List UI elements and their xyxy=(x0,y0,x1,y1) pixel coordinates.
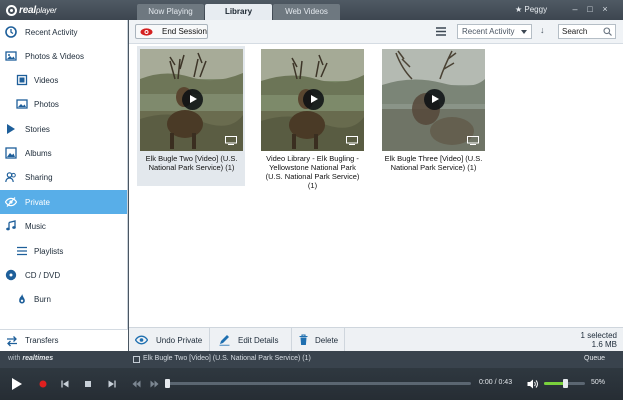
record-icon[interactable] xyxy=(39,380,47,388)
close-icon[interactable]: × xyxy=(601,4,609,14)
chevron-down-icon xyxy=(521,30,527,34)
seek-handle[interactable] xyxy=(165,379,170,388)
player-controls: 0:00 / 0:43 50% xyxy=(0,368,623,400)
sidebar-item-cd-dvd[interactable]: CD / DVD xyxy=(0,263,127,287)
eye-icon xyxy=(135,335,148,345)
list-view-icon[interactable] xyxy=(436,27,446,36)
transfers-label: Transfers xyxy=(25,336,59,345)
video-title: Video Library - Elk Bugling - Yellowston… xyxy=(265,154,360,190)
stop-icon[interactable] xyxy=(84,380,92,388)
now-playing-checkbox[interactable] xyxy=(133,356,140,363)
transfer-arrows-icon xyxy=(7,336,17,347)
sidebar-item-stories[interactable]: Stories xyxy=(0,117,127,141)
rewind-icon[interactable] xyxy=(132,380,141,388)
volume-level xyxy=(544,382,565,385)
with-label: with xyxy=(8,355,21,362)
sidebar-item-burn[interactable]: Burn xyxy=(0,287,127,311)
sidebar-item-playlists[interactable]: Playlists xyxy=(0,239,127,263)
monitor-icon xyxy=(346,136,358,145)
sort-direction-arrow-icon[interactable]: ↓ xyxy=(540,25,545,35)
sidebar: Recent Activity Photos & Videos Videos P… xyxy=(0,20,128,351)
queue-button[interactable]: Queue xyxy=(584,355,605,362)
end-session-button[interactable]: End Session xyxy=(135,24,208,39)
clock-icon xyxy=(5,26,17,38)
tab-now-playing[interactable]: Now Playing xyxy=(137,4,204,20)
video-card[interactable]: Elk Bugle Two [Video] (U.S. National Par… xyxy=(137,46,245,186)
list-icon xyxy=(17,246,27,256)
tab-web-videos[interactable]: Web Videos xyxy=(273,4,340,20)
main-tabs: Now Playing Library Web Videos xyxy=(137,4,341,20)
play-icon[interactable] xyxy=(11,377,23,391)
sidebar-item-albums[interactable]: Albums xyxy=(0,141,127,165)
photos-videos-icon xyxy=(5,51,17,61)
logo-text: real xyxy=(19,4,36,16)
now-playing-title: Elk Bugle Two [Video] (U.S. National Par… xyxy=(143,355,311,362)
sidebar-item-photos-videos[interactable]: Photos & Videos xyxy=(0,44,127,68)
realplayer-logo-icon xyxy=(6,4,17,16)
selected-size: 1.6 MB xyxy=(591,340,617,349)
volume-slider[interactable] xyxy=(544,379,585,388)
volume-handle[interactable] xyxy=(563,379,568,388)
monitor-icon xyxy=(467,136,479,145)
monitor-icon xyxy=(225,136,237,145)
volume-percent: 50% xyxy=(591,379,606,386)
video-title: Elk Bugle Three [Video] (U.S. National P… xyxy=(384,154,483,172)
delete-button[interactable]: Delete xyxy=(292,328,345,352)
play-icon[interactable] xyxy=(303,89,324,110)
film-icon xyxy=(16,74,28,86)
selected-count: 1 selected xyxy=(580,331,617,340)
albums-icon xyxy=(5,147,17,159)
user-account[interactable]: ★ Peggy xyxy=(515,5,547,14)
maximize-icon[interactable]: □ xyxy=(586,4,594,14)
media-grid: Elk Bugle Two [Video] (U.S. National Par… xyxy=(129,44,623,327)
minimize-icon[interactable]: – xyxy=(571,4,579,14)
video-thumbnail[interactable] xyxy=(261,49,364,151)
realtimes-logo[interactable]: realtimes xyxy=(22,355,53,362)
seek-bar[interactable] xyxy=(165,379,471,388)
eye-icon xyxy=(140,28,153,36)
video-card[interactable]: Video Library - Elk Bugling - Yellowston… xyxy=(258,46,366,190)
sidebar-item-transfers[interactable]: Transfers xyxy=(0,329,128,351)
video-thumbnail[interactable] xyxy=(382,49,485,151)
trash-icon xyxy=(299,334,308,345)
library-toolbar: End Session Recent Activity ↓ Search xyxy=(129,20,623,44)
video-title: Elk Bugle Two [Video] (U.S. National Par… xyxy=(145,154,238,172)
disc-icon xyxy=(5,269,17,281)
photo-icon xyxy=(16,99,28,109)
sidebar-item-music[interactable]: Music xyxy=(0,214,127,238)
next-track-icon[interactable] xyxy=(108,380,116,388)
music-note-icon xyxy=(6,220,16,231)
volume-icon[interactable] xyxy=(527,379,538,389)
pencil-icon xyxy=(219,335,230,346)
flame-icon xyxy=(19,293,25,304)
edit-details-button[interactable]: Edit Details xyxy=(210,328,292,352)
realplayer-logo: realplayer xyxy=(6,3,57,17)
search-input[interactable]: Search xyxy=(558,24,616,39)
eye-slash-icon xyxy=(5,197,17,207)
previous-track-icon[interactable] xyxy=(61,380,69,388)
sidebar-item-photos[interactable]: Photos xyxy=(0,92,127,116)
action-bar: Undo Private Edit Details Delete 1 selec… xyxy=(129,327,623,352)
title-bar: realplayer Now Playing Library Web Video… xyxy=(0,0,623,20)
play-icon[interactable] xyxy=(424,89,445,110)
sidebar-item-sharing[interactable]: Sharing xyxy=(0,165,127,189)
now-playing-strip: with realtimes Elk Bugle Two [Video] (U.… xyxy=(0,351,623,368)
sort-select[interactable]: Recent Activity xyxy=(457,24,532,39)
tab-library[interactable]: Library xyxy=(205,4,272,20)
sidebar-item-videos[interactable]: Videos xyxy=(0,68,127,92)
selection-info: 1 selected 1.6 MB xyxy=(581,331,617,349)
video-card[interactable]: Elk Bugle Three [Video] (U.S. National P… xyxy=(379,46,487,186)
sidebar-item-private[interactable]: Private xyxy=(0,190,127,214)
window-controls: – □ × xyxy=(571,4,609,14)
logo-suffix: player xyxy=(36,5,57,15)
time-display: 0:00 / 0:43 xyxy=(479,379,513,386)
people-icon xyxy=(5,172,16,183)
search-icon[interactable] xyxy=(603,27,612,36)
stories-icon xyxy=(7,124,15,134)
fast-forward-icon[interactable] xyxy=(150,380,159,388)
undo-private-button[interactable]: Undo Private xyxy=(129,328,210,352)
sidebar-item-recent-activity[interactable]: Recent Activity xyxy=(0,20,127,44)
video-thumbnail[interactable] xyxy=(140,49,243,151)
play-icon[interactable] xyxy=(182,89,203,110)
